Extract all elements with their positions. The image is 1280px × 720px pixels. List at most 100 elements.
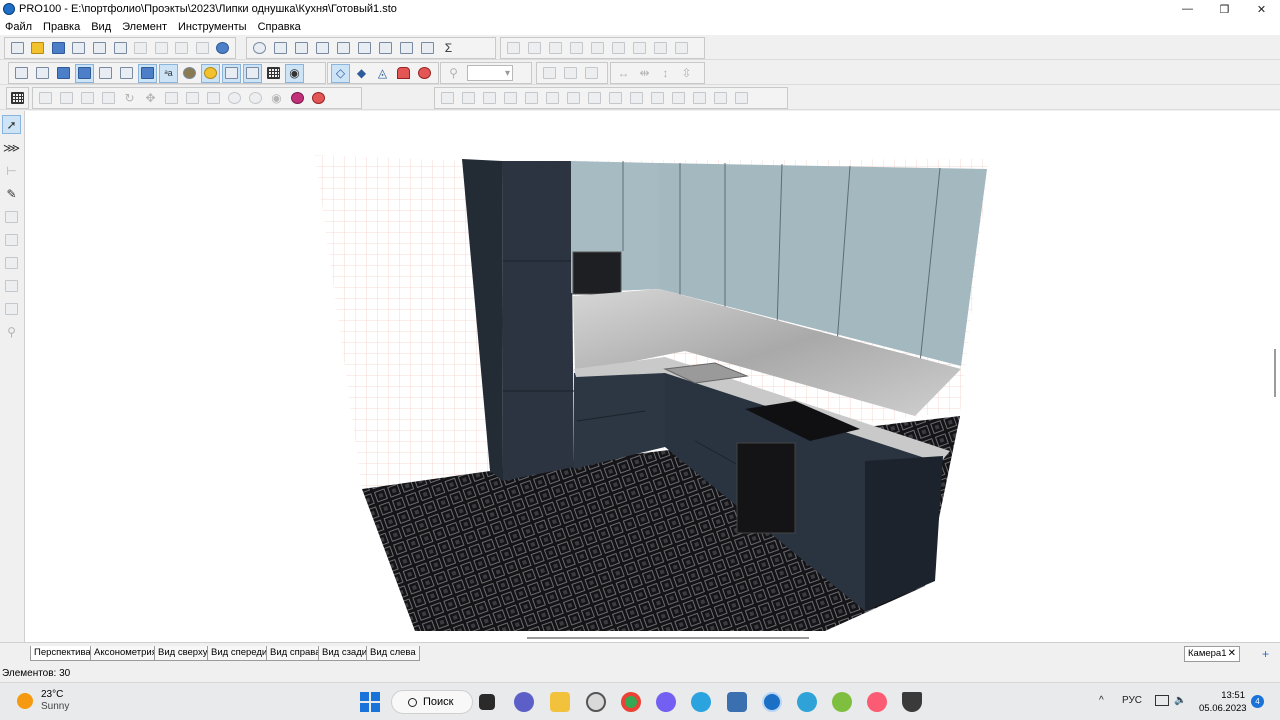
arrange-9-icon[interactable] — [606, 89, 625, 108]
notification-badge[interactable]: 4 — [1251, 695, 1264, 708]
paint-icon[interactable] — [2, 207, 21, 226]
cut-icon[interactable] — [131, 39, 150, 58]
texture-icon[interactable] — [180, 64, 199, 83]
eye-icon[interactable]: ◉ — [285, 63, 304, 83]
distance-h2-icon[interactable]: ⇹ — [635, 64, 654, 83]
menu-element[interactable]: Элемент — [122, 21, 167, 33]
undo-icon[interactable] — [213, 39, 232, 58]
settings-icon[interactable] — [586, 692, 606, 712]
wireframe-icon[interactable] — [12, 64, 31, 83]
arrange-10-icon[interactable] — [627, 89, 646, 108]
distance-h-icon[interactable]: ↔ — [614, 64, 633, 83]
pro100-taskbar-icon[interactable] — [762, 692, 782, 712]
align-top-icon[interactable] — [567, 39, 586, 58]
align-back-icon[interactable] — [651, 39, 670, 58]
distance-v-icon[interactable]: ↕ — [656, 64, 675, 83]
realistic-icon[interactable] — [75, 63, 94, 83]
hole-icon[interactable] — [225, 89, 244, 108]
save-icon[interactable] — [49, 39, 68, 58]
hidden-lines-icon[interactable] — [33, 64, 52, 83]
group-icon[interactable] — [36, 89, 55, 108]
zoom-field[interactable]: ▾ — [467, 65, 513, 81]
arrange-2-icon[interactable] — [459, 89, 478, 108]
sum-icon[interactable]: Σ — [439, 39, 458, 58]
viber-icon[interactable] — [656, 692, 676, 712]
menu-tools[interactable]: Инструменты — [178, 21, 247, 33]
measure-icon[interactable]: ⊢ — [2, 161, 21, 180]
notes-icon[interactable] — [292, 39, 311, 58]
tool-7-icon[interactable] — [2, 253, 21, 272]
arrange-12-icon[interactable] — [669, 89, 688, 108]
menu-edit[interactable]: Правка — [43, 21, 80, 33]
tab-front-view[interactable]: Вид спереди — [207, 646, 272, 661]
windows-start-icon[interactable] — [360, 692, 380, 712]
3d-viewport[interactable] — [25, 111, 1271, 642]
shield-icon[interactable] — [902, 692, 922, 712]
move-icon[interactable]: ✥ — [141, 89, 160, 108]
pointer-icon[interactable]: ➚ — [2, 115, 21, 134]
arrange-8-icon[interactable] — [585, 89, 604, 108]
eye-dim-icon[interactable]: ◉ — [267, 89, 286, 108]
close-button[interactable]: ✕ — [1243, 0, 1280, 18]
move-down-icon[interactable] — [582, 64, 601, 83]
tool-8-icon[interactable] — [2, 276, 21, 295]
language-indicator[interactable]: РУС — [1122, 695, 1142, 706]
taskbar-search-button[interactable]: Поиск — [391, 690, 473, 714]
horizontal-scroll-thumb[interactable] — [527, 637, 809, 639]
tab-camera[interactable]: Камера1 ✕ — [1184, 646, 1240, 662]
arrange-15-icon[interactable] — [732, 89, 751, 108]
align-depth-icon[interactable] — [672, 39, 691, 58]
vertical-scrollbar[interactable] — [1271, 111, 1280, 642]
new-file-icon[interactable] — [8, 39, 27, 58]
arrange-4-icon[interactable] — [501, 89, 520, 108]
light-bulb-icon[interactable] — [201, 63, 220, 83]
arrange-5-icon[interactable] — [522, 89, 541, 108]
teams-chat-icon[interactable] — [514, 692, 534, 712]
shaded-icon[interactable] — [54, 64, 73, 83]
distance-v2-icon[interactable]: ⇳ — [677, 64, 696, 83]
align-middle-icon[interactable] — [588, 39, 607, 58]
screen-icon[interactable] — [397, 39, 416, 58]
target-icon[interactable] — [415, 64, 434, 83]
add-camera-icon[interactable]: + — [1262, 647, 1269, 661]
arrange-1-icon[interactable] — [438, 89, 457, 108]
materials-icon[interactable] — [376, 39, 395, 58]
catalog-icon[interactable] — [313, 39, 332, 58]
copy-icon[interactable] — [152, 39, 171, 58]
system-clock[interactable]: 13:51 05.06.2023 — [1199, 689, 1247, 715]
menu-view[interactable]: Вид — [91, 21, 111, 33]
eyedropper-icon[interactable]: ✎ — [2, 184, 21, 203]
menu-help[interactable]: Справка — [258, 21, 301, 33]
camera-perspective-icon[interactable]: ◇ — [331, 63, 350, 83]
align-front-icon[interactable] — [630, 39, 649, 58]
tab-top-view[interactable]: Вид сверху — [154, 646, 212, 661]
report-icon[interactable] — [418, 39, 437, 58]
flip-icon[interactable] — [162, 89, 181, 108]
itunes-icon[interactable] — [867, 692, 887, 712]
chrome-icon[interactable] — [621, 692, 641, 712]
network-icon[interactable] — [1155, 695, 1169, 706]
lifebuoy-icon[interactable] — [309, 89, 328, 108]
handle-icon[interactable] — [246, 89, 265, 108]
align-right-icon[interactable] — [546, 39, 565, 58]
open-folder-icon[interactable] — [29, 39, 48, 58]
arrange-13-icon[interactable] — [690, 89, 709, 108]
weather-widget[interactable]: 23°C Sunny — [17, 689, 69, 713]
box-front-icon[interactable] — [96, 64, 115, 83]
zoom-icon[interactable]: ⚲ — [444, 64, 463, 83]
rotate-right-icon[interactable] — [99, 89, 118, 108]
arrange-11-icon[interactable] — [648, 89, 667, 108]
maximize-button[interactable]: ❐ — [1206, 0, 1243, 18]
camera-orbit-icon[interactable]: ◆ — [352, 64, 371, 83]
camera-tab-close-icon[interactable]: ✕ — [1228, 648, 1236, 659]
section-icon[interactable]: ⋙ — [2, 138, 21, 157]
print-icon[interactable] — [90, 39, 109, 58]
arrange-7-icon[interactable] — [564, 89, 583, 108]
magnet-icon[interactable] — [394, 64, 413, 83]
dimensions-icon[interactable] — [243, 63, 262, 83]
vertical-scroll-thumb[interactable] — [1274, 349, 1276, 397]
telegram-icon[interactable] — [691, 692, 711, 712]
export-icon[interactable] — [70, 39, 89, 58]
box-side-icon[interactable] — [117, 64, 136, 83]
move-center-icon[interactable] — [561, 64, 580, 83]
